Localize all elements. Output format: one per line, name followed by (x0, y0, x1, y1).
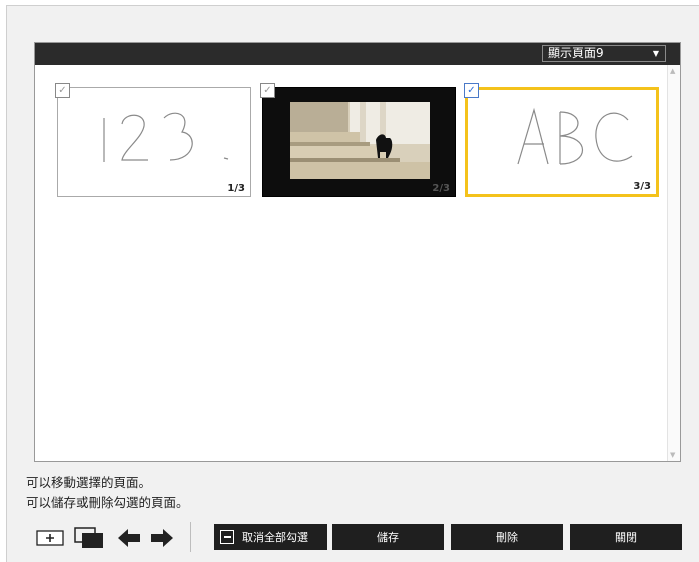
checkmark-icon: ✓ (263, 85, 272, 96)
dropdown-arrow-icon: ▼ (652, 49, 659, 58)
page-number: 3/3 (633, 181, 651, 192)
page-display-select[interactable]: 顯示頁面9 ▼ (542, 45, 666, 62)
delete-button[interactable]: 刪除 (451, 524, 563, 550)
page-thumbnail-3[interactable]: 3/3 (465, 87, 659, 197)
save-button[interactable]: 儲存 (332, 524, 444, 550)
toolbar-divider (190, 522, 191, 552)
add-page-icon[interactable] (36, 530, 64, 546)
page-checkbox-2[interactable]: ✓ (260, 83, 275, 98)
vertical-scrollbar[interactable]: ▲ ▼ (667, 65, 680, 461)
scroll-up-icon[interactable]: ▲ (670, 67, 675, 75)
page-thumbnail-2[interactable]: 2/3 (262, 87, 456, 197)
deselect-all-label: 取消全部勾選 (242, 531, 308, 544)
scroll-down-icon[interactable]: ▼ (670, 451, 675, 459)
arrow-right-icon[interactable] (150, 528, 174, 548)
page-checkbox-3[interactable]: ✓ (464, 83, 479, 98)
minus-box-icon (220, 530, 234, 544)
arrow-left-icon[interactable] (117, 528, 141, 548)
page-thumbnail-1[interactable]: 1/3 (57, 87, 251, 197)
cat-on-stairs-photo (290, 102, 430, 179)
close-button[interactable]: 關閉 (570, 524, 682, 550)
checkmark-icon: ✓ (467, 85, 476, 96)
page-number: 2/3 (432, 183, 450, 194)
status-line-2: 可以儲存或刪除勾選的頁面。 (26, 495, 189, 510)
deselect-all-button[interactable]: 取消全部勾選 (214, 524, 327, 550)
page-display-select-value: 顯示頁面9 (548, 46, 604, 60)
handwriting-123 (103, 112, 229, 162)
page-checkbox-1[interactable]: ✓ (55, 83, 70, 98)
handwriting-abc (517, 107, 633, 165)
page-list-panel: 顯示頁面9 ▼ 1/3 2/3 3/3 ✓ ✓ ✓ ▲ ▼ (34, 42, 681, 462)
checkmark-icon: ✓ (58, 85, 67, 96)
panel-header: 顯示頁面9 ▼ (35, 43, 680, 65)
status-line-1: 可以移動選擇的頁面。 (26, 475, 152, 490)
page-number: 1/3 (227, 183, 245, 194)
window-icon[interactable] (74, 527, 104, 549)
